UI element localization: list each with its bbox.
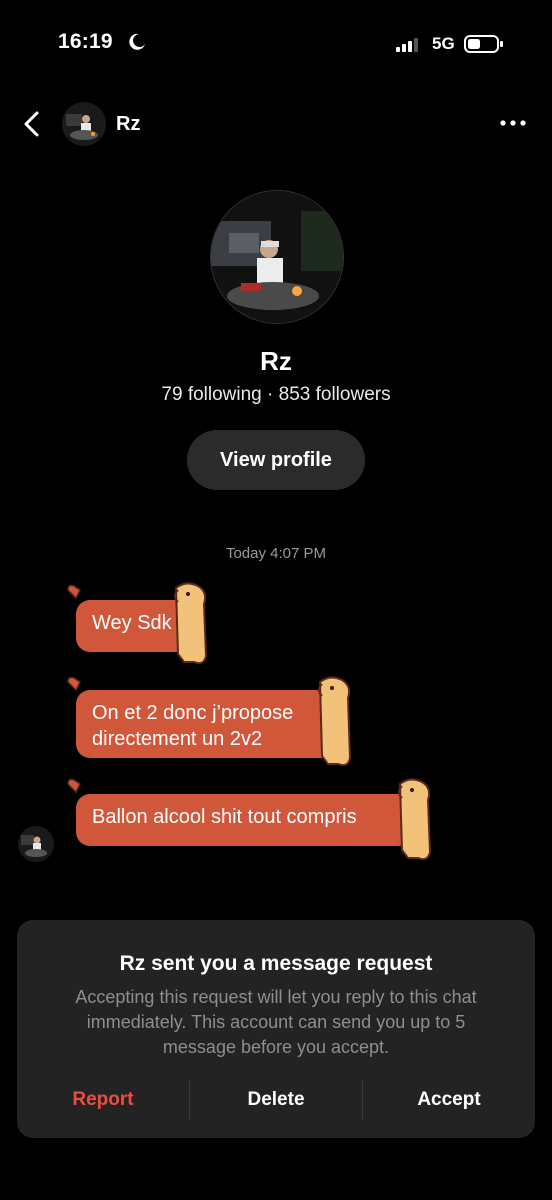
profile-stats: 79 following · 853 followers <box>161 384 391 405</box>
network-label: 5G <box>432 34 455 53</box>
moon-icon <box>129 33 145 50</box>
view-profile-button[interactable]: View profile <box>187 430 365 490</box>
request-title: Rz sent you a message request <box>119 952 433 975</box>
status-time: 16:19 <box>58 30 113 53</box>
profile-name: Rz <box>260 346 292 376</box>
chat-timestamp: Today 4:07 PM <box>225 545 327 562</box>
header-name[interactable]: Rz <box>116 113 140 136</box>
sender-avatar[interactable] <box>18 826 54 862</box>
signal-icon <box>396 38 418 52</box>
dog-sticker-icon <box>67 676 352 767</box>
accept-button[interactable]: Accept <box>363 1080 535 1120</box>
request-actions: Report Delete Accept <box>17 1080 535 1120</box>
avatar[interactable] <box>62 102 106 146</box>
back-icon[interactable] <box>18 110 46 138</box>
more-options-icon[interactable] <box>498 115 528 131</box>
battery-icon <box>464 35 503 53</box>
delete-button[interactable]: Delete <box>190 1080 362 1120</box>
profile-avatar[interactable] <box>210 190 344 324</box>
dog-sticker-icon <box>67 778 432 861</box>
request-description: Accepting this request will let you repl… <box>75 987 477 1057</box>
report-button[interactable]: Report <box>17 1080 189 1120</box>
dog-sticker-icon <box>67 582 208 665</box>
